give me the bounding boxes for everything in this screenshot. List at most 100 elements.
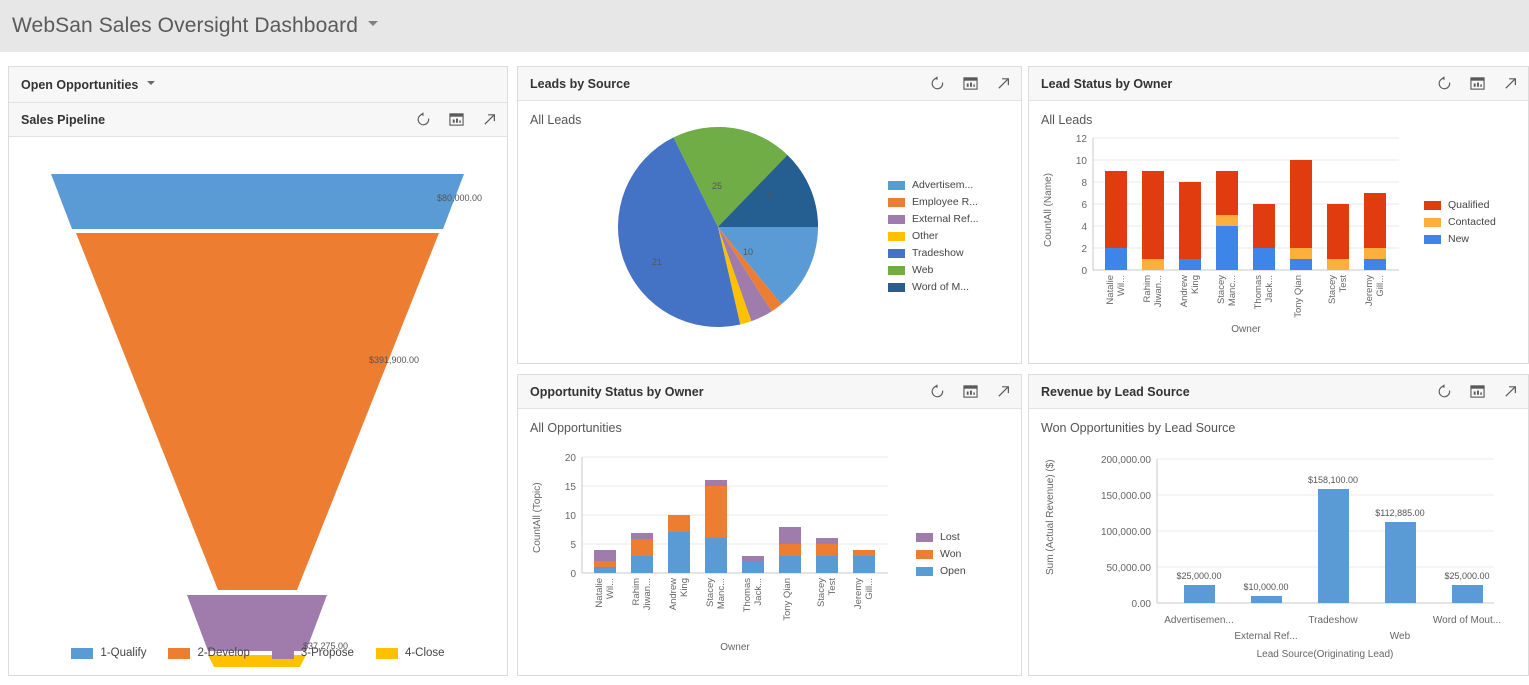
legend-swatch — [916, 549, 933, 559]
legend-item-qualified[interactable]: Qualified — [1424, 199, 1496, 211]
refresh-icon[interactable] — [1437, 76, 1452, 91]
panel-actions — [930, 384, 1011, 399]
bar-word-of-mouth[interactable]: $25,000.00 — [1444, 571, 1490, 603]
panel-actions — [1437, 384, 1518, 399]
svg-text:Andrew: Andrew — [1179, 275, 1190, 307]
chevron-down-icon[interactable] — [147, 80, 156, 85]
bar-label-external-referral: $10,000.00 — [1243, 582, 1288, 592]
refresh-icon[interactable] — [930, 384, 945, 399]
bar-group-rahim[interactable] — [1142, 171, 1164, 270]
funnel-legend: 1-Qualify 2-Develop 3-Propose 4-Close — [9, 647, 507, 659]
expand-arrow-icon[interactable] — [996, 384, 1011, 399]
ytick-2: 2 — [1081, 244, 1087, 255]
legend-item-close[interactable]: 4-Close — [375, 647, 445, 659]
legend-swatch — [888, 265, 905, 275]
legend-item-word-of-mouth[interactable]: Word of M... — [888, 281, 979, 293]
expand-arrow-icon[interactable] — [482, 112, 497, 127]
refresh-icon[interactable] — [416, 112, 431, 127]
bar-group-natalie[interactable] — [1105, 171, 1127, 270]
svg-text:Andrew: Andrew — [668, 578, 679, 610]
svg-text:Rahim: Rahim — [1142, 275, 1153, 303]
panel-open-opportunities: Open Opportunities Sales Pipeline $80,00… — [8, 66, 508, 685]
legend-item-develop[interactable]: 2-Develop — [168, 647, 250, 659]
open-opportunities-header[interactable]: Open Opportunities — [9, 67, 507, 103]
bar-web[interactable]: $112,885.00 — [1375, 508, 1425, 603]
x-axis-title: Owner — [720, 642, 750, 653]
chart-card-icon[interactable] — [963, 76, 978, 91]
funnel-label-develop: $391,900.00 — [369, 355, 419, 365]
chart-card-icon[interactable] — [449, 112, 464, 127]
svg-text:Test: Test — [827, 578, 838, 596]
expand-arrow-icon[interactable] — [996, 76, 1011, 91]
legend-label: Employee R... — [912, 196, 978, 208]
expand-arrow-icon[interactable] — [1503, 76, 1518, 91]
bar-group-tony[interactable] — [1290, 160, 1312, 270]
legend-label: Web — [912, 264, 934, 276]
refresh-icon[interactable] — [930, 76, 945, 91]
legend-swatch — [71, 647, 94, 659]
bar-label-advertisement: $25,000.00 — [1176, 571, 1221, 581]
refresh-icon[interactable] — [1437, 384, 1452, 399]
svg-text:Stacey: Stacey — [1327, 275, 1338, 304]
legend-swatch — [271, 647, 294, 659]
pie-value-word-of-mouth: 4 — [767, 191, 772, 201]
legend-item-won[interactable]: Won — [916, 548, 966, 560]
legend-item-advertisement[interactable]: Advertisem... — [888, 179, 979, 191]
open-opportunities-title: Open Opportunities — [21, 77, 139, 92]
bar-group-tony[interactable] — [779, 527, 801, 573]
chart-card-icon[interactable] — [1470, 384, 1485, 399]
bar-group-jeremy[interactable] — [1364, 193, 1386, 270]
funnel-svg: $80,000.00 $391,900.00 $37,275.00 $116,0… — [51, 174, 482, 685]
bar-group-stacey-test[interactable] — [816, 538, 838, 573]
legend-item-contacted[interactable]: Contacted — [1424, 216, 1496, 228]
svg-text:Wil...: Wil... — [1116, 275, 1127, 296]
bar-group-andrew[interactable] — [668, 515, 690, 573]
legend-swatch — [888, 248, 905, 258]
ytick-200000: 200,000.00 — [1101, 455, 1151, 466]
bar-advertisement[interactable]: $25,000.00 — [1176, 571, 1222, 603]
legend-item-employee-referral[interactable]: Employee R... — [888, 196, 979, 208]
legend-swatch — [916, 532, 933, 542]
legend-item-web[interactable]: Web — [888, 264, 979, 276]
bar-group-stacey-manc[interactable] — [1216, 171, 1238, 270]
funnel-label-qualify: $80,000.00 — [437, 193, 482, 203]
legend-swatch — [888, 214, 905, 224]
legend-item-other[interactable]: Other — [888, 230, 979, 242]
funnel-segment-develop[interactable] — [76, 233, 439, 590]
funnel-segment-qualify[interactable] — [51, 174, 464, 229]
chart-card-icon[interactable] — [1470, 76, 1485, 91]
svg-text:Thomas: Thomas — [1253, 275, 1264, 310]
legend-item-propose[interactable]: 3-Propose — [271, 647, 354, 659]
y-axis-title: Sum (Actual Revenue) ($) — [1045, 459, 1056, 575]
pie-value-web: 25 — [712, 181, 722, 191]
legend-swatch — [168, 647, 191, 659]
dashboard-app: WebSan Sales Oversight Dashboard Open Op… — [0, 0, 1529, 685]
bar-group-thomas[interactable] — [1253, 204, 1275, 270]
legend-item-new[interactable]: New — [1424, 233, 1496, 245]
expand-arrow-icon[interactable] — [1503, 384, 1518, 399]
legend-item-qualify[interactable]: 1-Qualify — [71, 647, 146, 659]
svg-text:Natalie: Natalie — [594, 578, 605, 608]
chevron-down-icon[interactable] — [368, 20, 378, 26]
bar-tradeshow[interactable]: $158,100.00 — [1308, 475, 1358, 603]
sales-pipeline-title: Sales Pipeline — [21, 112, 106, 127]
bar-group-stacey-test[interactable] — [1327, 204, 1349, 270]
chart-card-icon[interactable] — [963, 384, 978, 399]
bar-group-rahim[interactable] — [631, 533, 653, 573]
svg-text:Gill...: Gill... — [1375, 275, 1386, 297]
bar-group-thomas[interactable] — [742, 556, 764, 573]
bar-group-andrew[interactable] — [1179, 182, 1201, 270]
legend-item-external-referral[interactable]: External Ref... — [888, 213, 979, 225]
legend-item-lost[interactable]: Lost — [916, 531, 966, 543]
bar-group-stacey-manc[interactable] — [705, 480, 727, 573]
legend-item-tradeshow[interactable]: Tradeshow — [888, 247, 979, 259]
x-axis-labels: Advertisemen... External Ref... Tradesho… — [1164, 615, 1501, 642]
legend-label: Qualified — [1448, 199, 1490, 211]
bar-group-natalie[interactable] — [594, 550, 616, 573]
legend-swatch — [1424, 217, 1441, 227]
ytick-5: 5 — [570, 540, 576, 551]
bar-group-jeremy[interactable] — [853, 550, 875, 573]
bar-external-referral[interactable]: $10,000.00 — [1243, 582, 1289, 603]
legend-item-open[interactable]: Open — [916, 565, 966, 577]
leads-by-source-chart: 10 1 2 1 21 25 4 — [518, 126, 1021, 372]
